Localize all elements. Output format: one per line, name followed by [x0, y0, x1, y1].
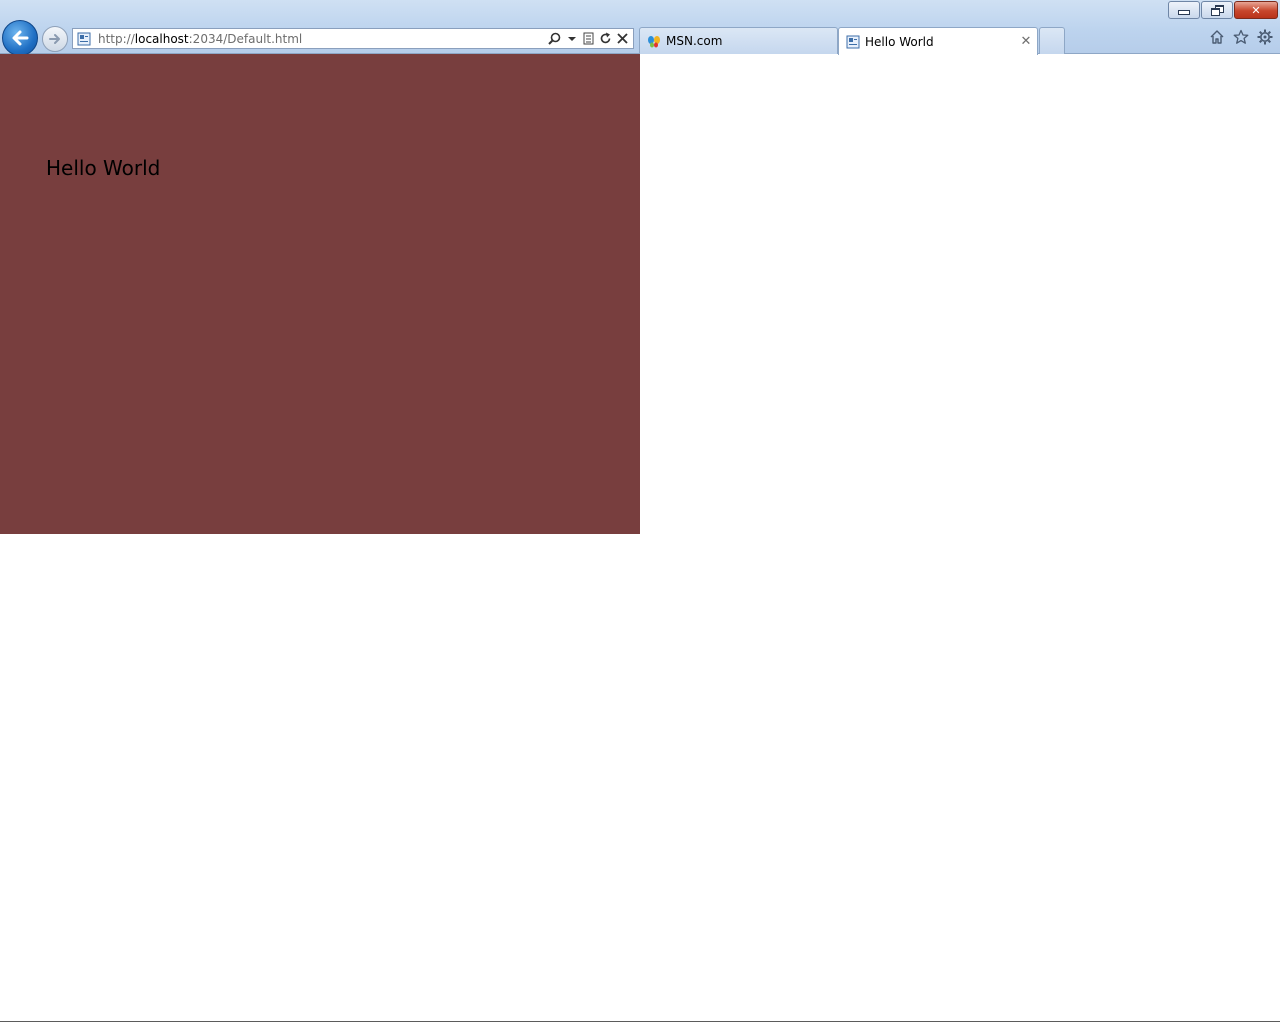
- status-divider: [0, 1021, 1280, 1022]
- page-content: Hello World: [0, 54, 1280, 1022]
- address-bar[interactable]: http://localhost:2034/Default.html: [72, 28, 634, 49]
- stop-icon[interactable]: [615, 30, 630, 47]
- url-host: localhost: [134, 31, 189, 46]
- url-text[interactable]: http://localhost:2034/Default.html: [98, 32, 547, 46]
- browser-chrome: ✕ http://localhost:2034/Default.html MSN…: [0, 0, 1280, 56]
- restore-icon: [1211, 5, 1224, 16]
- forward-button[interactable]: [42, 26, 68, 52]
- back-arrow-icon: [12, 30, 29, 46]
- new-tab-button[interactable]: [1039, 27, 1065, 54]
- compatibility-view-icon[interactable]: [581, 30, 596, 47]
- minimize-button[interactable]: [1168, 1, 1200, 19]
- window-controls: ✕: [1167, 1, 1278, 19]
- tab-msn[interactable]: MSN.com: [639, 27, 838, 54]
- close-icon: ✕: [1251, 3, 1261, 17]
- page-icon: [845, 34, 861, 50]
- dropdown-arrow-icon[interactable]: [564, 30, 579, 47]
- url-path: :2034/Default.html: [188, 31, 303, 46]
- back-button[interactable]: [2, 20, 38, 56]
- minimize-icon: [1178, 9, 1190, 15]
- restore-button[interactable]: [1201, 1, 1233, 19]
- gear-icon[interactable]: [1256, 28, 1274, 46]
- hello-panel: Hello World: [0, 54, 640, 534]
- forward-arrow-icon: [49, 34, 60, 44]
- page-icon: [76, 32, 92, 46]
- close-tab-icon[interactable]: ✕: [1019, 34, 1033, 49]
- command-icons: [1208, 28, 1274, 46]
- refresh-icon[interactable]: [598, 30, 613, 47]
- url-scheme: http://: [98, 31, 135, 46]
- address-tools: [547, 29, 633, 48]
- tab-label: MSN.com: [666, 34, 723, 48]
- search-icon[interactable]: [547, 30, 562, 47]
- close-window-button[interactable]: ✕: [1234, 1, 1278, 19]
- tab-hello-world[interactable]: Hello World ✕: [838, 27, 1038, 55]
- tab-label: Hello World: [865, 34, 934, 49]
- browser-window: ✕ http://localhost:2034/Default.html MSN…: [0, 0, 1280, 1024]
- favorites-star-icon[interactable]: [1232, 28, 1250, 46]
- msn-butterfly-icon: [646, 33, 662, 49]
- page-heading: Hello World: [46, 156, 161, 180]
- home-icon[interactable]: [1208, 28, 1226, 46]
